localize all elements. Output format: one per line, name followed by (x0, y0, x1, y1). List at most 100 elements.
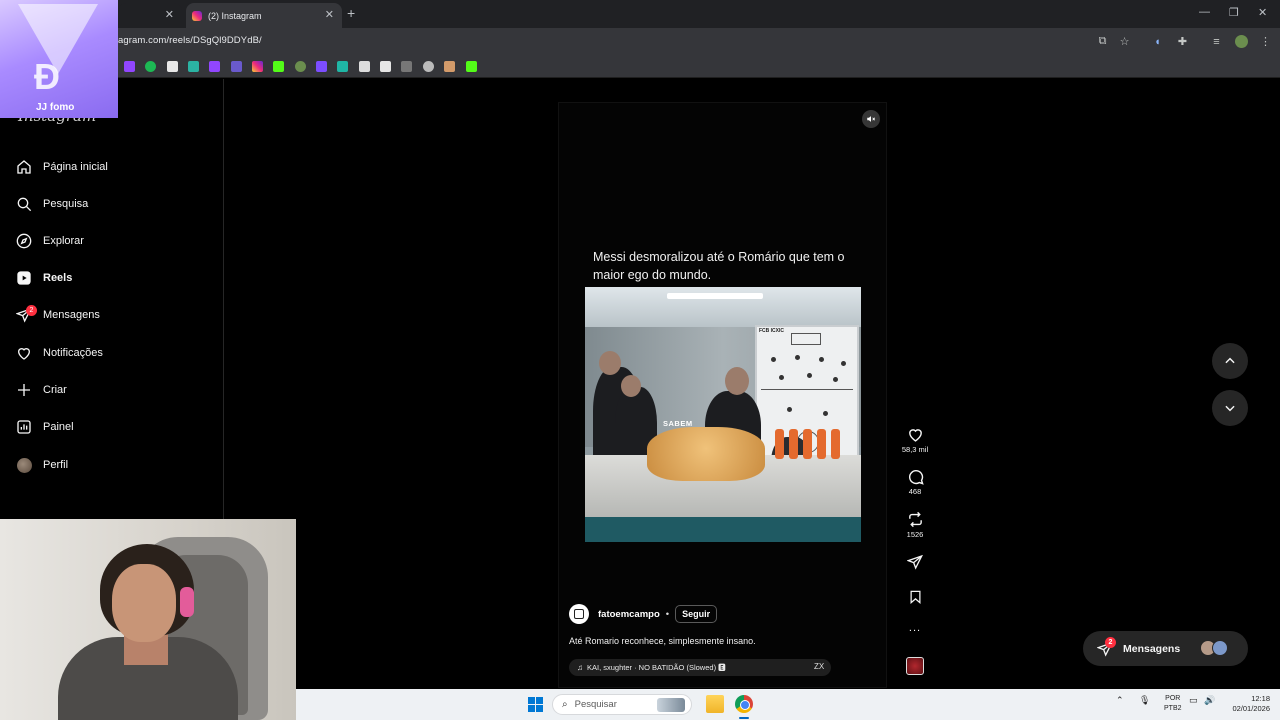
sidebar-item-home[interactable]: Página inicial (16, 155, 108, 179)
messages-floating-button[interactable]: 2 Mensagens (1083, 631, 1248, 666)
audio-suffix: ZX (814, 662, 825, 671)
mute-toggle[interactable] (862, 110, 880, 128)
close-icon[interactable]: ✕ (325, 8, 334, 21)
bookmark-icon[interactable] (423, 61, 434, 72)
browser-tabstrip: ✕ (2) Instagram ✕ + — ❐ ✕ (0, 0, 1280, 28)
sidebar-item-reels[interactable]: Reels (16, 266, 72, 290)
media-control-icon[interactable]: ≡ (1210, 35, 1223, 48)
tab-previous[interactable]: ✕ (118, 3, 182, 28)
minimize-icon[interactable]: — (1199, 6, 1210, 18)
repost-icon[interactable] (906, 510, 924, 528)
messenger-icon: 2 (1097, 636, 1116, 657)
bookmark-icon[interactable] (906, 588, 924, 606)
instagram-icon[interactable] (252, 61, 263, 72)
window-close-icon[interactable]: ✕ (1258, 6, 1267, 19)
audio-thumbnail[interactable] (906, 657, 924, 675)
muted-speaker-icon (866, 114, 876, 124)
active-app-indicator (739, 717, 749, 719)
more-options[interactable]: ... (897, 619, 933, 637)
tab-instagram[interactable]: (2) Instagram ✕ (186, 3, 342, 28)
sidebar-item-search[interactable]: Pesquisa (16, 192, 88, 216)
author-name[interactable]: fatoemcampo (598, 609, 660, 620)
separator: • (665, 608, 670, 620)
author-avatar[interactable] (569, 604, 589, 624)
input-language[interactable]: POR PTB2 (1164, 694, 1182, 714)
bookmark-icon[interactable] (359, 61, 370, 72)
more-icon[interactable]: ... (906, 619, 924, 637)
bookmark-icon[interactable] (380, 61, 391, 72)
bookmark-icon[interactable] (401, 61, 412, 72)
taskbar-clock[interactable]: 12:18 02/01/2026 (1224, 694, 1270, 714)
previous-reel-button[interactable] (1212, 343, 1248, 379)
extension-voice-icon[interactable]: ◖ (1151, 35, 1164, 48)
sidebar-item-label: Notificações (43, 347, 103, 359)
next-reel-button[interactable] (1212, 390, 1248, 426)
chevron-up-icon (1223, 354, 1237, 368)
address-bar[interactable]: agram.com/reels/DSgQl9DDYdB/ (118, 35, 262, 46)
reel-audio-link[interactable]: ♫ KAI, sxughter · NO BATIDÃO (Slowed) 🅴 (569, 659, 831, 676)
restore-icon[interactable]: ❐ (1229, 6, 1239, 19)
sidebar-item-label: Perfil (43, 459, 69, 471)
home-icon (16, 159, 32, 175)
kick-icon[interactable] (466, 61, 477, 72)
new-tab-icon[interactable]: + (347, 5, 355, 21)
sidebar-item-notifications[interactable]: Notificações (16, 341, 103, 365)
reel-description[interactable]: Até Romario reconhece, simplesmente insa… (569, 636, 756, 646)
taskbar-search[interactable]: ⌕ Pesquisar (552, 694, 692, 715)
sidebar-item-label: Painel (43, 421, 74, 433)
save-action[interactable] (897, 588, 933, 606)
heart-icon[interactable] (906, 425, 924, 443)
reel-overlay-caption: Messi desmoralizou até o Romário que tem… (593, 250, 845, 282)
volume-icon[interactable]: 🔊 (1204, 695, 1215, 706)
network-icon[interactable]: ▭ (1189, 695, 1198, 706)
sidebar-item-create[interactable]: Criar (16, 378, 67, 402)
follow-button[interactable]: Seguir (675, 605, 718, 623)
clock-time: 12:18 (1251, 694, 1270, 703)
repost-action[interactable]: 1526 (897, 510, 933, 539)
tray-overflow-chevron-icon[interactable]: ⌃ (1116, 695, 1124, 706)
reel-video-frame[interactable]: FCB ICXIC SABEM (585, 287, 861, 542)
bookmark-icon[interactable] (444, 61, 455, 72)
bookmark-icon[interactable] (337, 61, 348, 72)
install-app-icon[interactable]: ⧉ (1096, 35, 1109, 48)
avatar (16, 457, 32, 473)
sidebar-item-profile[interactable]: Perfil (16, 453, 68, 477)
reels-icon (16, 270, 32, 286)
spotify-icon[interactable] (145, 61, 156, 72)
kick-icon[interactable] (273, 61, 284, 72)
share-action[interactable] (897, 553, 933, 571)
comment-action[interactable]: 468 (897, 467, 933, 496)
search-icon: ⌕ (562, 699, 568, 710)
reel-author-row: fatoemcampo • Seguir (569, 604, 718, 624)
browser-toolbar: agram.com/reels/DSgQl9DDYdB/ ⧉ ☆ ◖ ✚ ≡ ⋮ (0, 28, 1280, 56)
sidebar-item-messages[interactable]: 2 Mensagens (16, 303, 100, 327)
bookmark-icon[interactable] (295, 61, 306, 72)
stream-overlay-logo: Ɖ JJ fomo (0, 0, 118, 118)
close-icon[interactable]: ✕ (165, 8, 174, 21)
bookmark-icon[interactable] (188, 61, 199, 72)
twitch-icon[interactable] (124, 61, 135, 72)
windows-start-icon[interactable] (528, 697, 543, 712)
notification-badge: 2 (26, 305, 37, 316)
profile-avatar-icon[interactable] (1235, 35, 1248, 48)
share-icon[interactable] (906, 553, 924, 571)
bookmark-icon[interactable] (231, 61, 242, 72)
plus-icon (16, 382, 32, 398)
chrome-icon[interactable] (735, 695, 753, 713)
extensions-icon[interactable]: ✚ (1176, 35, 1189, 48)
search-highlight-image (657, 698, 685, 712)
board-tag: FCB ICXIC (759, 328, 784, 334)
like-action[interactable]: 58,3 mil (897, 425, 933, 454)
sidebar-item-dashboard[interactable]: Painel (16, 415, 74, 439)
bookmark-icon[interactable] (167, 61, 178, 72)
bookmark-icon[interactable] (316, 61, 327, 72)
comment-icon[interactable] (906, 467, 924, 485)
sidebar-item-label: Criar (43, 384, 67, 396)
microphone-icon[interactable]: 🎙 (1139, 695, 1150, 706)
file-explorer-icon[interactable] (706, 695, 724, 713)
bookmarks-bar (0, 56, 1280, 78)
menu-kebab-icon[interactable]: ⋮ (1259, 35, 1272, 48)
bookmark-star-icon[interactable]: ☆ (1118, 35, 1131, 48)
twitch-icon[interactable] (209, 61, 220, 72)
sidebar-item-explore[interactable]: Explorar (16, 229, 84, 253)
